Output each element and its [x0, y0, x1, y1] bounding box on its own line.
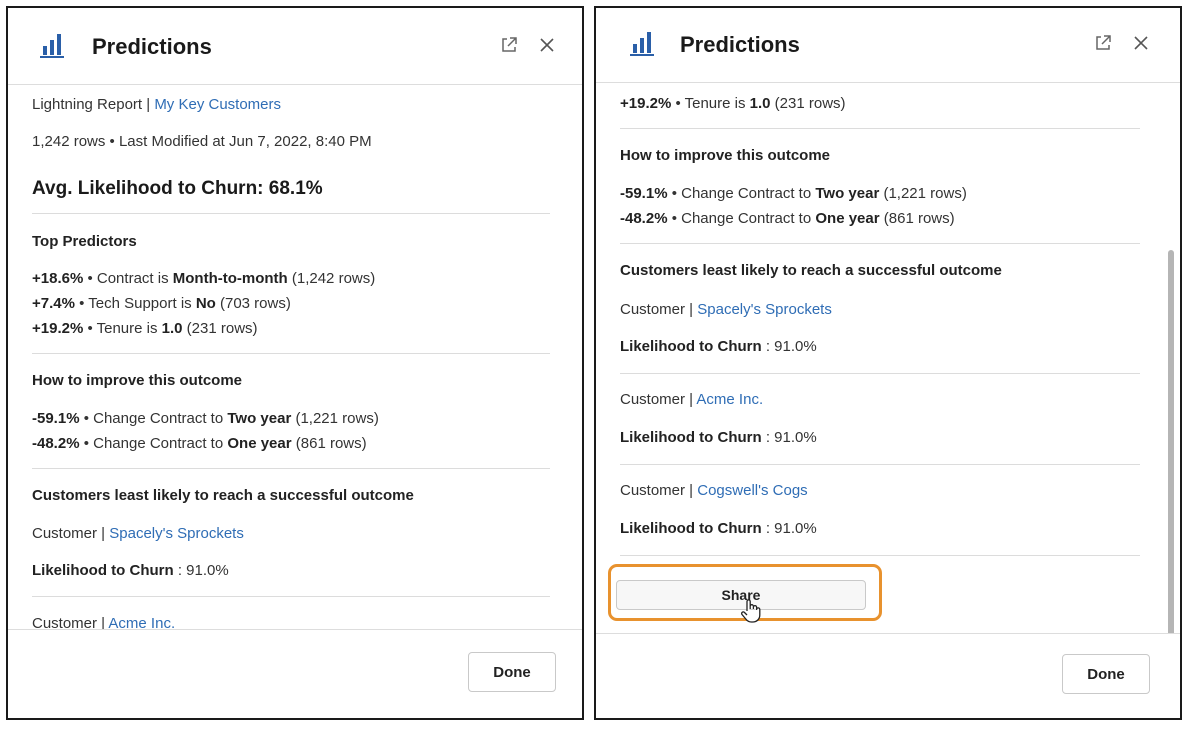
section-title: Top Predictors	[32, 233, 137, 250]
improvement-row: -48.2% • Change Contract to One year (86…	[620, 210, 955, 227]
avg-likelihood: Avg. Likelihood to Churn: 68.1%	[32, 178, 323, 199]
customer-row: Customer | Acme Inc.	[32, 615, 176, 630]
customer-link[interactable]: Spacely's Sprockets	[697, 301, 832, 318]
hand-pointer-icon	[741, 599, 761, 623]
divider	[620, 128, 1140, 129]
customer-link[interactable]: Acme Inc.	[108, 615, 175, 630]
customer-likelihood: Likelihood to Churn : 91.0%	[32, 562, 229, 579]
section-title: How to improve this outcome	[620, 147, 831, 164]
report-link[interactable]: My Key Customers	[154, 96, 281, 113]
customer-row: Customer | Cogswell's Cogs	[620, 482, 808, 499]
improvement-row: -59.1% • Change Contract to Two year (1,…	[620, 185, 967, 202]
close-icon[interactable]	[538, 36, 556, 54]
bar-chart-icon	[630, 32, 654, 56]
predictor-row: +19.2% • Tenure is 1.0 (231 rows)	[620, 95, 846, 112]
customer-likelihood: Likelihood to Churn : 91.0%	[620, 520, 817, 537]
section-title: Customers least likely to reach a succes…	[620, 262, 1002, 279]
done-button[interactable]: Done	[1062, 654, 1150, 694]
close-icon[interactable]	[1132, 34, 1150, 52]
customer-row: Customer | Spacely's Sprockets	[32, 525, 244, 542]
dialog-body: Lightning Report | My Key Customers 1,24…	[8, 85, 582, 630]
divider	[620, 555, 1140, 556]
improvement-row: -48.2% • Change Contract to One year (86…	[32, 435, 367, 452]
predictions-dialog-left: Predictions Lightning Report | My Key Cu…	[6, 6, 584, 720]
divider	[620, 373, 1140, 374]
divider	[32, 353, 550, 354]
divider	[32, 468, 550, 469]
predictor-row: +18.6% • Contract is Month-to-month (1,2…	[32, 270, 376, 287]
customer-likelihood: Likelihood to Churn : 91.0%	[620, 338, 817, 355]
customer-likelihood: Likelihood to Churn : 91.0%	[620, 429, 817, 446]
divider	[32, 596, 550, 597]
section-title: How to improve this outcome	[32, 372, 243, 389]
dialog-footer: Done	[8, 629, 582, 718]
done-button[interactable]: Done	[468, 652, 556, 692]
divider	[620, 464, 1140, 465]
predictor-row: +7.4% • Tech Support is No (703 rows)	[32, 295, 291, 312]
scrollbar[interactable]	[1168, 250, 1174, 640]
open-new-window-icon[interactable]	[500, 36, 518, 54]
divider	[620, 243, 1140, 244]
dialog-title: Predictions	[92, 34, 212, 59]
customer-row: Customer | Acme Inc.	[620, 391, 764, 408]
bar-chart-icon	[40, 34, 64, 58]
divider	[32, 213, 550, 214]
dialog-footer: Done	[596, 633, 1180, 718]
dialog-header: Predictions	[8, 8, 582, 85]
report-meta: 1,242 rows • Last Modified at Jun 7, 202…	[32, 133, 372, 150]
customer-link[interactable]: Acme Inc.	[696, 391, 763, 408]
open-new-window-icon[interactable]	[1094, 34, 1112, 52]
customer-row: Customer | Spacely's Sprockets	[620, 301, 832, 318]
customer-link[interactable]: Spacely's Sprockets	[109, 525, 244, 542]
report-source: Lightning Report | My Key Customers	[32, 96, 282, 113]
dialog-body-scrolled[interactable]: +19.2% • Tenure is 1.0 (231 rows) How to…	[596, 83, 1180, 634]
customer-link[interactable]: Cogswell's Cogs	[697, 482, 807, 499]
section-title: Customers least likely to reach a succes…	[32, 487, 414, 504]
report-type: Lightning Report	[32, 96, 143, 113]
dialog-title: Predictions	[680, 32, 800, 57]
predictor-row: +19.2% • Tenure is 1.0 (231 rows)	[32, 320, 258, 337]
improvement-row: -59.1% • Change Contract to Two year (1,…	[32, 410, 379, 427]
dialog-header: Predictions	[596, 8, 1180, 83]
